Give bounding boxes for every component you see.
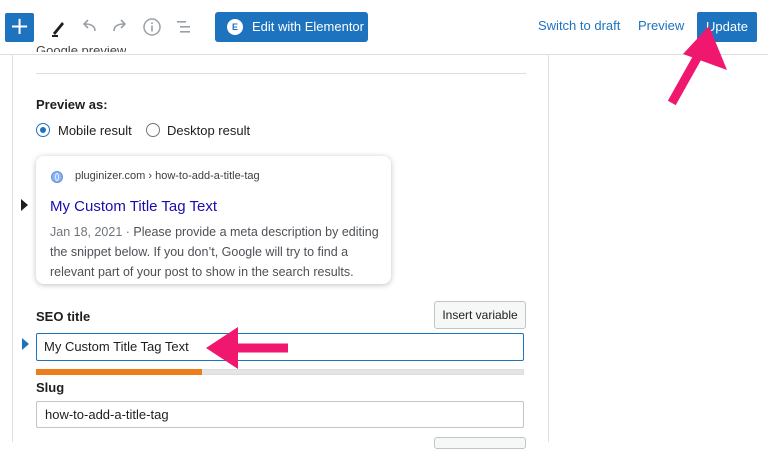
- snippet-date: Jan 18, 2021: [50, 225, 123, 239]
- list-view-button[interactable]: [171, 14, 197, 40]
- redo-icon: [113, 19, 127, 32]
- switch-to-draft-button[interactable]: Switch to draft: [538, 18, 620, 33]
- add-block-button[interactable]: +: [5, 13, 34, 42]
- snippet-title: My Custom Title Tag Text: [50, 198, 218, 215]
- cut-off-heading: Google preview: [36, 46, 126, 52]
- seo-title-label: SEO title: [36, 309, 91, 324]
- mobile-result-radio[interactable]: [36, 123, 50, 137]
- slug-input[interactable]: how-to-add-a-title-tag: [36, 401, 524, 428]
- desktop-result-label[interactable]: Desktop result: [167, 123, 250, 138]
- mobile-result-label[interactable]: Mobile result: [58, 123, 132, 138]
- list-view-icon: [177, 21, 190, 33]
- google-preview-snippet[interactable]: pluginizer.com › how-to-add-a-title-tag …: [36, 156, 391, 284]
- seo-title-input[interactable]: My Custom Title Tag Text: [36, 333, 524, 361]
- seo-title-length-bar: [36, 369, 202, 375]
- desktop-result-radio[interactable]: [146, 123, 160, 137]
- pen-icon: [52, 22, 64, 37]
- undo-button[interactable]: [76, 14, 102, 40]
- slug-label: Slug: [36, 380, 65, 395]
- expand-preview-arrow-icon[interactable]: [21, 199, 28, 211]
- redo-button[interactable]: [107, 14, 133, 40]
- globe-icon: [51, 171, 63, 183]
- details-button[interactable]: [139, 14, 165, 40]
- update-button[interactable]: Update: [697, 12, 757, 42]
- info-icon: [143, 18, 161, 36]
- snippet-url: pluginizer.com › how-to-add-a-title-tag: [75, 170, 260, 182]
- edit-with-elementor-button[interactable]: E Edit with Elementor: [215, 12, 368, 42]
- cut-off-button[interactable]: [434, 437, 526, 449]
- snippet-description-block: Jan 18, 2021 · Please provide a meta des…: [50, 222, 380, 282]
- section-divider: [36, 73, 526, 74]
- insert-variable-button[interactable]: Insert variable: [434, 301, 526, 329]
- plus-icon: +: [9, 12, 30, 40]
- seo-title-arrow-icon: [22, 338, 29, 350]
- elementor-button-label: Edit with Elementor: [252, 19, 364, 34]
- tools-button[interactable]: [45, 14, 71, 40]
- undo-icon: [82, 19, 96, 32]
- elementor-icon: E: [227, 19, 243, 35]
- snippet-separator: ·: [122, 225, 134, 239]
- preview-as-label: Preview as:: [36, 97, 108, 112]
- preview-button[interactable]: Preview: [638, 18, 684, 33]
